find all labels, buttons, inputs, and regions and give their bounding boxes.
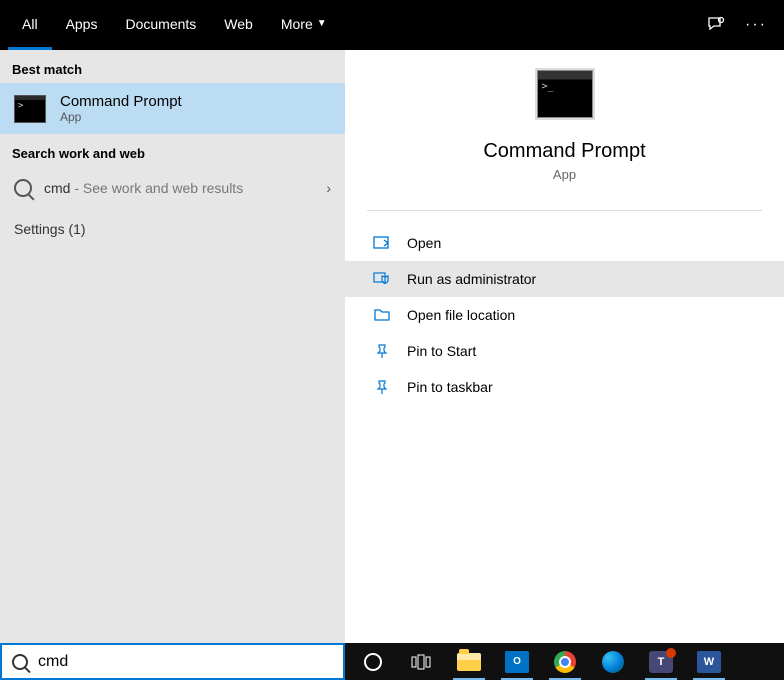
settings-results[interactable]: Settings (1) (0, 209, 345, 249)
best-match-subtitle: App (60, 110, 182, 124)
search-filter-tabs: All Apps Documents Web More ▼ ··· (0, 0, 784, 50)
tab-apps[interactable]: Apps (52, 0, 112, 50)
action-open-label: Open (407, 235, 441, 251)
web-result-text: cmd - See work and web results (44, 180, 314, 196)
action-open-file-location[interactable]: Open file location (345, 297, 784, 333)
command-prompt-icon-large (537, 70, 593, 118)
action-pin-taskbar-label: Pin to taskbar (407, 379, 493, 395)
admin-shield-icon (373, 272, 391, 286)
results-panel: Best match Command Prompt App Search wor… (0, 50, 345, 643)
action-open[interactable]: Open (345, 225, 784, 261)
search-box[interactable] (0, 643, 345, 680)
tab-more-label: More (281, 16, 313, 32)
outlook-icon: O (505, 651, 529, 673)
best-match-result[interactable]: Command Prompt App (0, 83, 345, 134)
task-view-icon (411, 654, 431, 670)
notification-badge (666, 648, 676, 658)
best-match-header: Best match (0, 50, 345, 83)
tab-documents[interactable]: Documents (111, 0, 210, 50)
action-run-as-administrator[interactable]: Run as administrator (345, 261, 784, 297)
taskbar-teams[interactable]: T (639, 643, 683, 680)
action-pin-to-taskbar[interactable]: Pin to taskbar (345, 369, 784, 405)
best-match-title: Command Prompt (60, 93, 182, 110)
taskbar-word[interactable]: W (687, 643, 731, 680)
chevron-down-icon: ▼ (317, 18, 327, 29)
search-input[interactable] (38, 653, 333, 671)
open-icon (373, 236, 391, 250)
tab-web[interactable]: Web (210, 0, 267, 50)
cortana-icon (364, 653, 382, 671)
action-pin-start-label: Pin to Start (407, 343, 476, 359)
work-web-header: Search work and web (0, 134, 345, 167)
search-icon (14, 179, 32, 197)
taskbar: O T W (345, 643, 784, 680)
command-prompt-icon (14, 95, 46, 123)
actions-list: Open Run as administrator Open file loca… (345, 225, 784, 405)
tab-all[interactable]: All (8, 0, 52, 50)
cortana-button[interactable] (351, 643, 395, 680)
action-pin-to-start[interactable]: Pin to Start (345, 333, 784, 369)
action-open-location-label: Open file location (407, 307, 515, 323)
web-search-result[interactable]: cmd - See work and web results › (0, 167, 345, 209)
taskbar-outlook[interactable]: O (495, 643, 539, 680)
search-icon (12, 654, 28, 670)
task-view-button[interactable] (399, 643, 443, 680)
taskbar-edge[interactable] (591, 643, 635, 680)
pin-icon (373, 380, 391, 394)
chrome-icon (554, 651, 576, 673)
tab-more[interactable]: More ▼ (267, 0, 341, 50)
edge-icon (602, 651, 624, 673)
taskbar-chrome[interactable] (543, 643, 587, 680)
file-explorer-icon (457, 653, 481, 671)
taskbar-file-explorer[interactable] (447, 643, 491, 680)
more-options-icon[interactable]: ··· (736, 0, 776, 50)
word-icon: W (697, 651, 721, 673)
folder-icon (373, 308, 391, 322)
preview-panel: Command Prompt App Open Run as administr… (345, 50, 784, 643)
preview-title: Command Prompt (483, 140, 645, 163)
feedback-icon[interactable] (696, 0, 736, 50)
teams-icon: T (649, 651, 673, 673)
pin-icon (373, 344, 391, 358)
chevron-right-icon: › (326, 180, 331, 196)
action-run-admin-label: Run as administrator (407, 271, 536, 287)
divider (367, 210, 762, 211)
preview-subtitle: App (553, 167, 576, 182)
